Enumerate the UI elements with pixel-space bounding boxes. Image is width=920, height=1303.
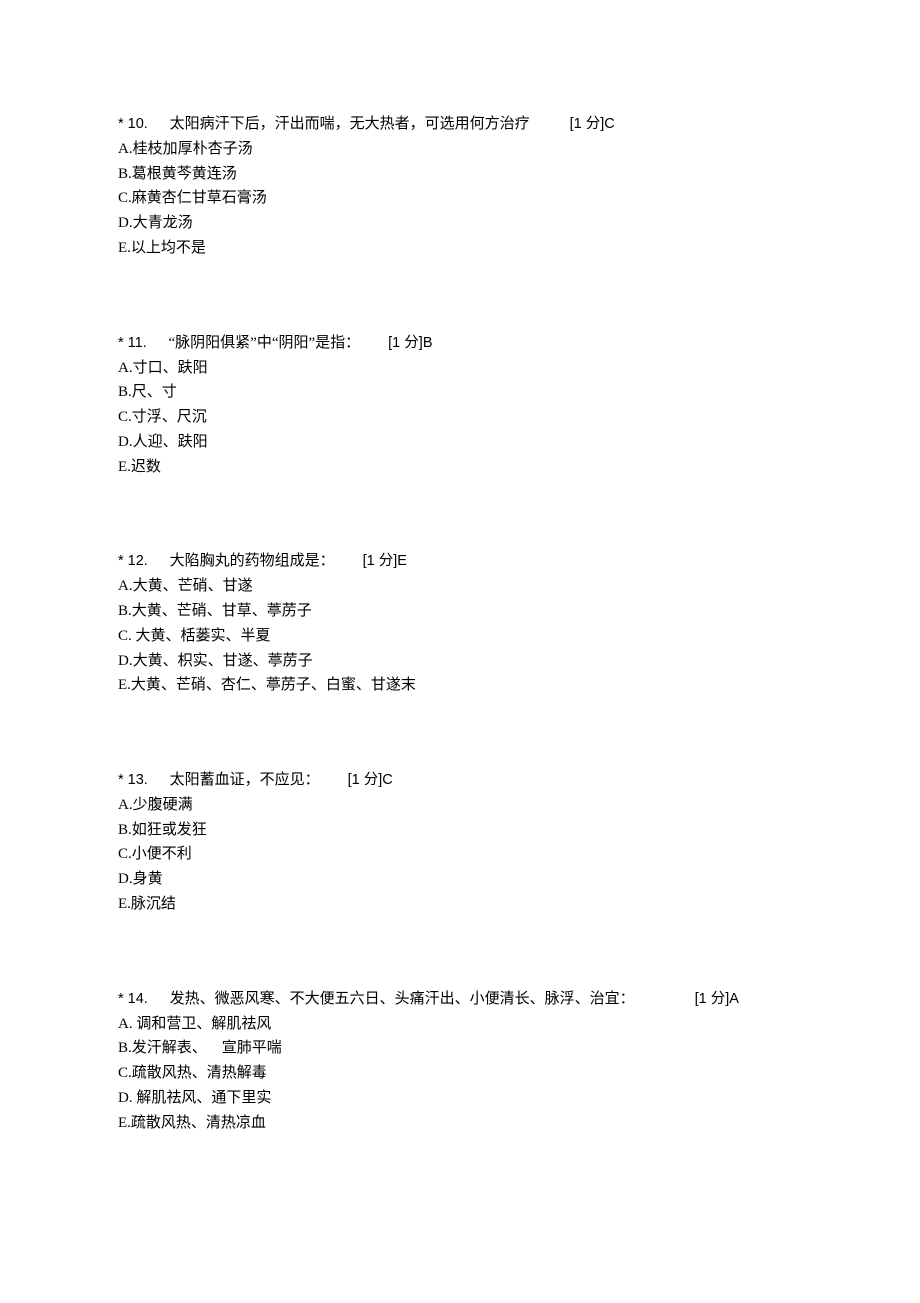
question-14: * 14. 发热、微恶风寒、不大便五六日、头痛汗出、小便清长、脉浮、治宜： [1 …: [118, 987, 800, 1136]
option-e: E.脉沉结: [118, 892, 800, 917]
question-points: [1 分]: [570, 116, 605, 132]
option-c: C.疏散风热、清热解毒: [118, 1061, 800, 1086]
option-b: B.葛根黄芩黄连汤: [118, 162, 800, 187]
question-stem-line: * 14. 发热、微恶风寒、不大便五六日、头痛汗出、小便清长、脉浮、治宜： [1 …: [118, 987, 800, 1012]
option-b: B.尺、寸: [118, 380, 800, 405]
option-b: B.大黄、芒硝、甘草、葶苈子: [118, 599, 800, 624]
question-answer: C: [604, 116, 614, 132]
option-e: E.疏散风热、清热凉血: [118, 1111, 800, 1136]
question-answer: B: [423, 335, 433, 351]
question-stem-line: * 10. 太阳病汗下后，汗出而喘，无大热者，可选用何方治疗 [1 分]C: [118, 112, 800, 137]
question-prefix: * 10.: [118, 116, 148, 132]
option-d: D.大青龙汤: [118, 211, 800, 236]
question-answer: A: [729, 991, 739, 1007]
question-stem: 太阳病汗下后，汗出而喘，无大热者，可选用何方治疗: [170, 116, 530, 132]
question-points: [1 分]: [695, 991, 730, 1007]
option-b: B.发汗解表、 宣肺平喘: [118, 1036, 800, 1061]
option-e: E.大黄、芒硝、杏仁、葶苈子、白蜜、甘遂末: [118, 673, 800, 698]
question-13: * 13. 太阳蓄血证，不应见： [1 分]C A.少腹硬满 B.如狂或发狂 C.…: [118, 768, 800, 917]
question-prefix: * 13.: [118, 772, 148, 788]
option-d: D. 解肌祛风、通下里实: [118, 1086, 800, 1111]
option-d: D.人迎、趺阳: [118, 430, 800, 455]
option-e: E.迟数: [118, 455, 800, 480]
option-c: C.小便不利: [118, 842, 800, 867]
question-11: * 11. “脉阴阳俱紧”中“阴阳”是指： [1 分]B A.寸口、趺阳 B.尺、…: [118, 331, 800, 480]
option-c: C. 大黄、栝蒌实、半夏: [118, 624, 800, 649]
option-a: A.桂枝加厚朴杏子汤: [118, 137, 800, 162]
question-10: * 10. 太阳病汗下后，汗出而喘，无大热者，可选用何方治疗 [1 分]C A.桂…: [118, 112, 800, 261]
question-answer: C: [382, 772, 392, 788]
option-d: D.大黄、枳实、甘遂、葶苈子: [118, 649, 800, 674]
question-stem: “脉阴阳俱紧”中“阴阳”是指：: [169, 335, 361, 351]
option-a: A.少腹硬满: [118, 793, 800, 818]
option-c: C.麻黄杏仁甘草石膏汤: [118, 186, 800, 211]
option-a: A.寸口、趺阳: [118, 356, 800, 381]
option-e: E.以上均不是: [118, 236, 800, 261]
question-prefix: * 12.: [118, 553, 148, 569]
question-12: * 12. 大陷胸丸的药物组成是： [1 分]E A.大黄、芒硝、甘遂 B.大黄、…: [118, 549, 800, 698]
question-stem: 大陷胸丸的药物组成是：: [170, 553, 335, 569]
option-d: D.身黄: [118, 867, 800, 892]
question-stem-line: * 12. 大陷胸丸的药物组成是： [1 分]E: [118, 549, 800, 574]
option-b: B.如狂或发狂: [118, 818, 800, 843]
question-points: [1 分]: [348, 772, 383, 788]
question-answer: E: [397, 553, 407, 569]
option-a: A. 调和营卫、解肌祛风: [118, 1012, 800, 1037]
question-prefix: * 14.: [118, 991, 148, 1007]
option-c: C.寸浮、尺沉: [118, 405, 800, 430]
question-points: [1 分]: [388, 335, 423, 351]
question-stem-line: * 13. 太阳蓄血证，不应见： [1 分]C: [118, 768, 800, 793]
question-stem-line: * 11. “脉阴阳俱紧”中“阴阳”是指： [1 分]B: [118, 331, 800, 356]
option-a: A.大黄、芒硝、甘遂: [118, 574, 800, 599]
question-points: [1 分]: [363, 553, 398, 569]
question-prefix: * 11.: [118, 335, 147, 351]
question-stem: 太阳蓄血证，不应见：: [170, 772, 320, 788]
question-stem: 发热、微恶风寒、不大便五六日、头痛汗出、小便清长、脉浮、治宜：: [170, 991, 635, 1007]
